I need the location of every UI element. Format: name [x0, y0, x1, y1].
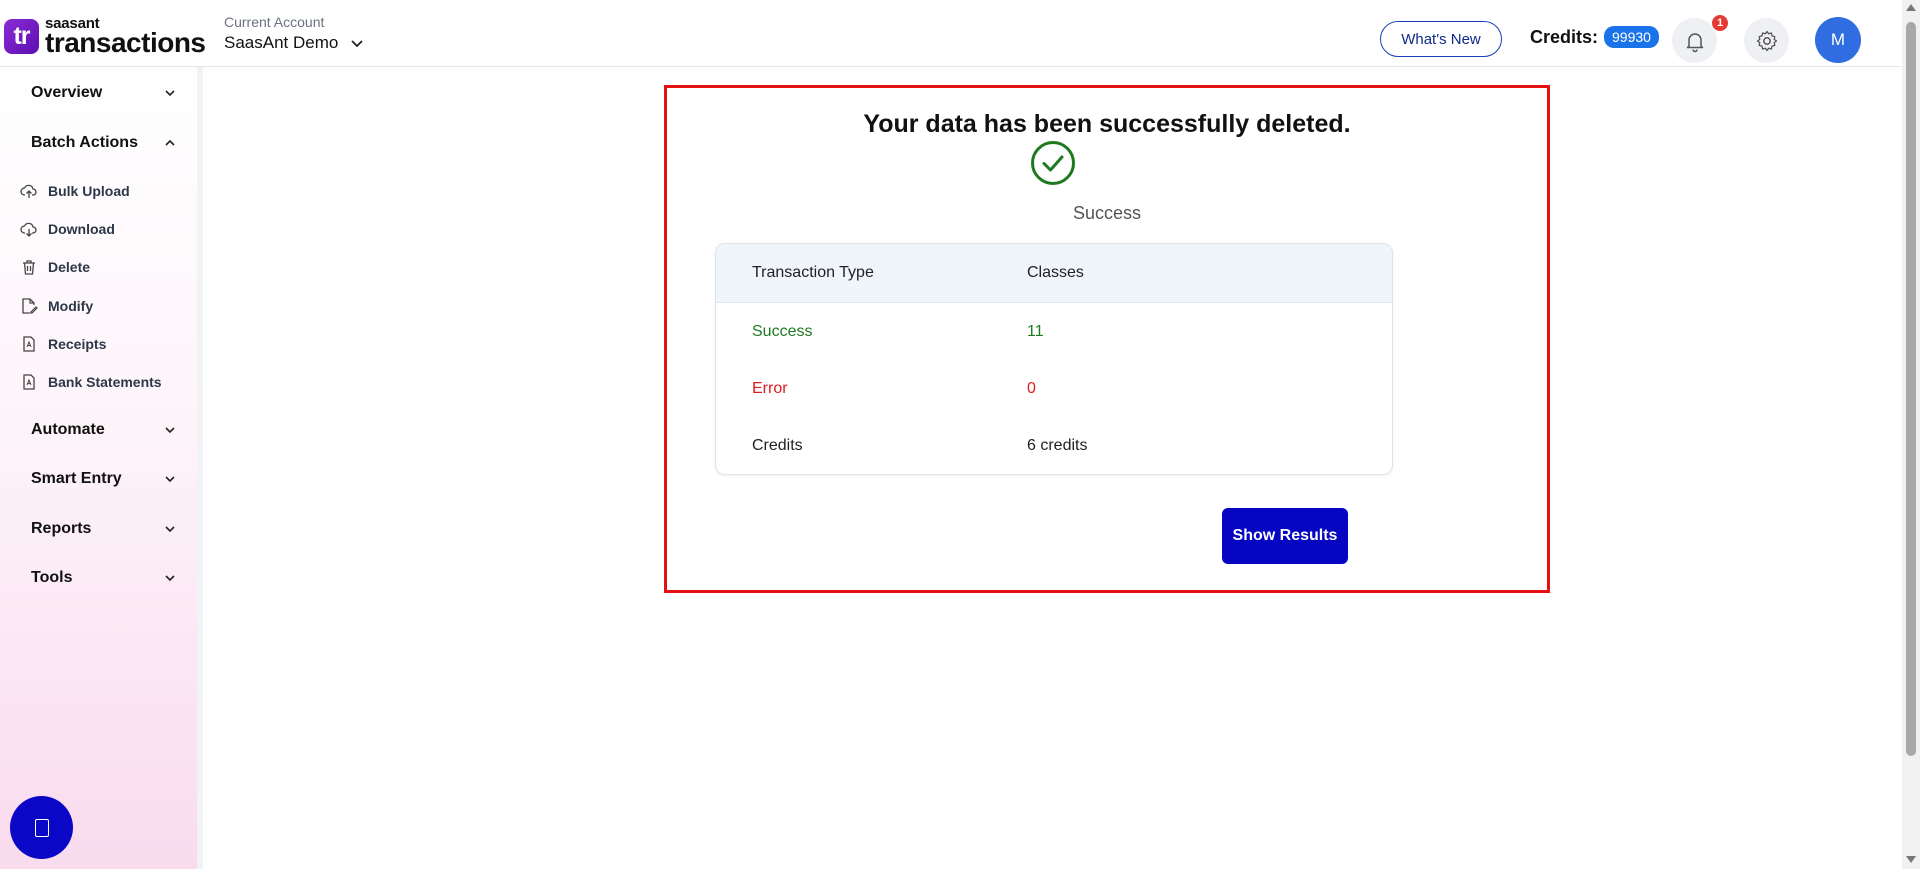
logo-mark: tr — [4, 19, 39, 54]
sidebar-item-label: Bank Statements — [48, 374, 162, 390]
notifications-button[interactable] — [1672, 18, 1717, 63]
pdf-file-icon — [23, 336, 35, 352]
chevron-down-icon — [351, 40, 363, 48]
table-row-success: Success 11 — [716, 303, 1392, 360]
bell-icon — [1686, 32, 1703, 52]
sidebar-section-tools[interactable]: Tools — [31, 569, 176, 587]
credits-label: Credits: — [1530, 26, 1599, 47]
sidebar-item-modify[interactable]: Modify — [20, 297, 93, 315]
logo-wordmark: transactions — [45, 27, 206, 58]
result-title: Your data has been successfully deleted. — [863, 110, 1351, 138]
chevron-down-icon — [165, 476, 175, 483]
user-avatar[interactable]: M — [1815, 17, 1861, 63]
chevron-down-icon — [165, 90, 175, 97]
sidebar-item-label: Delete — [48, 259, 91, 275]
column-header-classes: Classes — [1027, 264, 1084, 281]
whats-new-button[interactable]: What's New — [1380, 21, 1502, 57]
sidebar-section-label: Smart Entry — [31, 470, 122, 487]
sidebar-section-smart-entry[interactable]: Smart Entry — [31, 470, 176, 488]
result-summary-table: Transaction Type Classes Success 11 Erro… — [715, 243, 1393, 475]
column-header-transaction-type: Transaction Type — [752, 264, 874, 281]
cloud-upload-icon — [20, 184, 37, 198]
pdf-file-icon — [23, 374, 35, 390]
scroll-down-arrow-icon[interactable] — [1906, 856, 1916, 863]
sidebar-item-download[interactable]: Download — [20, 220, 115, 238]
sidebar-section-label: Automate — [31, 421, 105, 438]
top-header: tr saasant transactions Current Account … — [0, 0, 1902, 67]
row-value: 6 credits — [1027, 436, 1088, 454]
chat-icon — [34, 818, 49, 837]
edit-file-icon — [22, 298, 38, 314]
table-row-error: Error 0 — [716, 360, 1392, 417]
sidebar: Overview Batch Actions Bulk Upload Downl… — [0, 67, 197, 869]
chevron-down-icon — [165, 575, 175, 582]
account-switcher: Current Account SaasAnt Demo — [224, 14, 364, 53]
credits-display: Credits: 99930 — [1530, 26, 1659, 48]
gear-icon — [1756, 30, 1777, 51]
sidebar-section-label: Tools — [31, 569, 73, 586]
credits-badge: 99930 — [1604, 26, 1659, 48]
row-label: Credits — [752, 436, 803, 454]
sidebar-section-label: Overview — [31, 84, 103, 101]
show-results-button[interactable]: Show Results — [1222, 508, 1348, 564]
sidebar-section-automate[interactable]: Automate — [31, 421, 176, 439]
status-caption: Success — [1072, 203, 1142, 223]
chevron-up-icon — [165, 139, 175, 146]
account-label: Current Account — [224, 14, 325, 30]
row-label: Success — [752, 322, 813, 340]
sidebar-item-delete[interactable]: Delete — [20, 258, 90, 276]
sidebar-section-overview[interactable]: Overview — [31, 84, 176, 102]
scroll-up-arrow-icon[interactable] — [1906, 4, 1916, 11]
trash-icon — [23, 260, 35, 275]
chevron-down-icon — [165, 526, 175, 533]
sidebar-section-label: Reports — [31, 520, 92, 537]
sidebar-item-bank-statements[interactable]: Bank Statements — [20, 373, 162, 391]
sidebar-item-label: Download — [48, 221, 115, 237]
sidebar-item-label: Bulk Upload — [48, 183, 130, 199]
account-dropdown[interactable]: SaasAnt Demo — [224, 33, 364, 53]
row-value: 0 — [1027, 379, 1036, 397]
table-row-credits: Credits 6 credits — [716, 417, 1392, 474]
account-name: SaasAnt Demo — [224, 33, 339, 52]
sidebar-section-label: Batch Actions — [31, 134, 138, 151]
table-header: Transaction Type Classes — [716, 244, 1392, 303]
settings-button[interactable] — [1744, 18, 1789, 63]
scrollbar-thumb[interactable] — [1906, 22, 1916, 756]
app-logo[interactable]: tr saasant transactions — [4, 16, 206, 57]
row-label: Error — [752, 379, 788, 397]
sidebar-item-label: Modify — [48, 298, 94, 314]
success-check-icon — [1031, 141, 1075, 185]
notification-badge: 1 — [1712, 15, 1728, 31]
chat-support-button[interactable] — [10, 796, 73, 859]
row-value: 11 — [1027, 322, 1044, 340]
delete-result-card: Your data has been successfully deleted.… — [664, 85, 1550, 593]
sidebar-item-bulk-upload[interactable]: Bulk Upload — [20, 182, 130, 200]
sidebar-item-label: Receipts — [48, 336, 107, 352]
sidebar-item-receipts[interactable]: Receipts — [20, 335, 106, 353]
sidebar-section-reports[interactable]: Reports — [31, 520, 176, 538]
sidebar-divider — [197, 67, 203, 869]
sidebar-section-batch-actions[interactable]: Batch Actions — [31, 134, 176, 152]
cloud-download-icon — [20, 222, 37, 237]
chevron-down-icon — [165, 427, 175, 434]
